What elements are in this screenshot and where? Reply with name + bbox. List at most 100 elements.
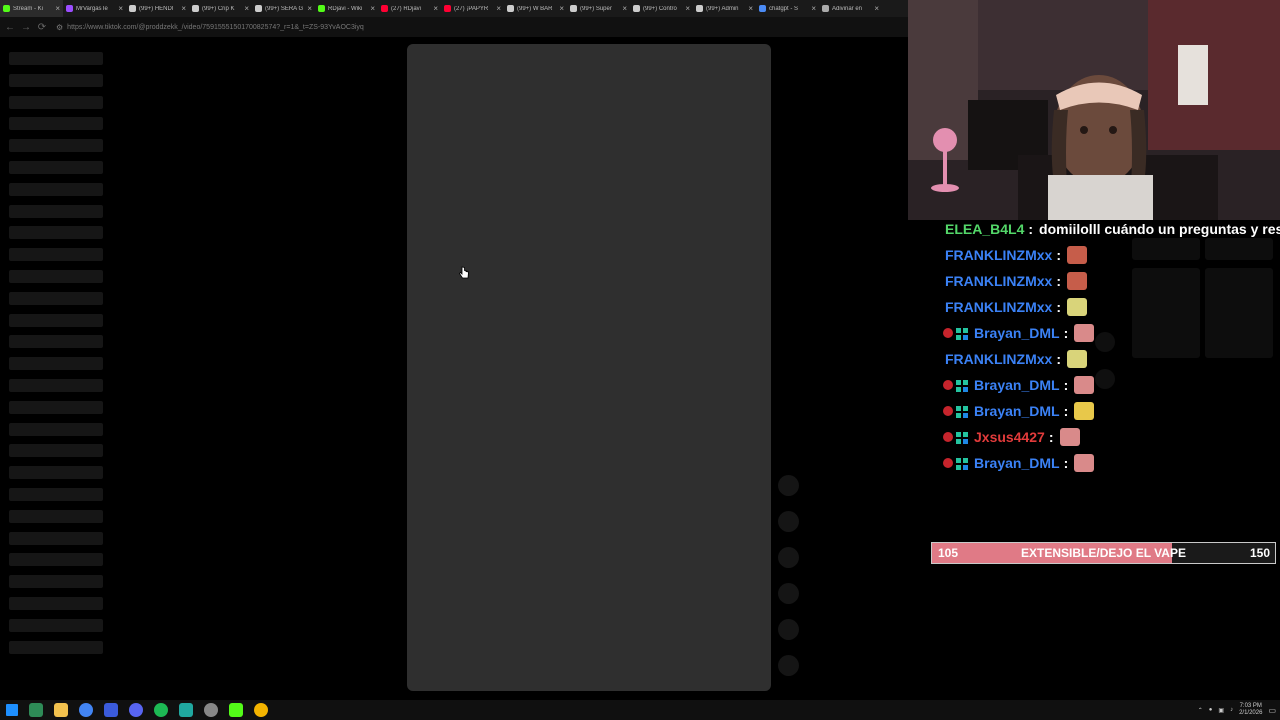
- chat-separator: :: [1048, 429, 1054, 445]
- skeleton-bar: [9, 204, 103, 218]
- tab-close-icon[interactable]: ×: [622, 4, 627, 13]
- skeleton-bar: [9, 95, 103, 109]
- tab-close-icon[interactable]: ×: [685, 4, 690, 13]
- tab-close-icon[interactable]: ×: [370, 4, 375, 13]
- browser-tab[interactable]: (99+) Crip K ×: [189, 0, 252, 17]
- site-info-icon[interactable]: ⚙: [56, 23, 63, 32]
- kick-icon[interactable]: [229, 703, 243, 717]
- chat-username[interactable]: Jxsus4427: [974, 429, 1045, 445]
- volume-icon[interactable]: ♪: [1230, 707, 1233, 713]
- spotify-icon[interactable]: [154, 703, 168, 717]
- chat-separator: :: [1028, 221, 1034, 237]
- network-icon[interactable]: ▣: [1218, 707, 1224, 714]
- browser-tab[interactable]: (27) RDjavi ×: [378, 0, 441, 17]
- chat-message: Jxsus4427:: [943, 424, 1280, 450]
- chrome-canary-icon[interactable]: [254, 703, 268, 717]
- tab-close-icon[interactable]: ×: [181, 4, 186, 13]
- clock[interactable]: 7:03 PM 2/1/2026: [1239, 703, 1262, 717]
- browser-tab[interactable]: (99+) HENDI ×: [126, 0, 189, 17]
- chat-username[interactable]: FRANKLINZMxx: [945, 351, 1052, 367]
- microphone-icon[interactable]: ●: [1209, 707, 1213, 713]
- skeleton-bar: [9, 139, 103, 153]
- discord-icon[interactable]: [129, 703, 143, 717]
- skeleton-bar: [9, 400, 103, 414]
- tab-close-icon[interactable]: ×: [748, 4, 753, 13]
- skeleton-bar: [9, 488, 103, 501]
- chat-emote-icon: [1074, 376, 1095, 394]
- file-explorer-icon[interactable]: [54, 703, 68, 717]
- action-button-skeleton: [778, 547, 799, 568]
- windows-start-icon[interactable]: [6, 704, 18, 716]
- tab-favicon-icon: [255, 5, 262, 12]
- back-icon[interactable]: ←: [4, 22, 16, 33]
- tab-label: Stream - Ki: [13, 5, 44, 12]
- app-icon[interactable]: [104, 703, 118, 717]
- chevron-up-icon[interactable]: ⌃: [1198, 707, 1203, 714]
- webcam-feed-image: [908, 0, 1280, 220]
- browser-tab[interactable]: (99+) Super ×: [567, 0, 630, 17]
- skeleton-bar: [9, 597, 103, 610]
- skeleton-bar: [9, 73, 103, 87]
- video-placeholder[interactable]: [407, 44, 771, 691]
- hand-cursor-icon: [458, 266, 469, 279]
- browser-tab[interactable]: Stream - Ki ×: [0, 0, 63, 17]
- tab-favicon-icon: [444, 5, 451, 12]
- tab-close-icon[interactable]: ×: [118, 4, 123, 13]
- tab-close-icon[interactable]: ×: [811, 4, 816, 13]
- tab-favicon-icon: [633, 5, 640, 12]
- chat-username[interactable]: FRANKLINZMxx: [945, 299, 1052, 315]
- browser-tab[interactable]: RDjavi - Wiki ×: [315, 0, 378, 17]
- browser-tab[interactable]: chatgpt - S ×: [756, 0, 819, 17]
- tab-close-icon[interactable]: ×: [496, 4, 501, 13]
- tab-label: chatgpt - S: [769, 5, 799, 12]
- url-field[interactable]: https://www.tiktok.com/@proddzekk_/video…: [67, 24, 364, 31]
- browser-tab[interactable]: (99+) SERA G ×: [252, 0, 315, 17]
- browser-tab[interactable]: MrVargasTe ×: [63, 0, 126, 17]
- tab-close-icon[interactable]: ×: [874, 4, 879, 13]
- browser-tab[interactable]: (99+) W BAR ×: [504, 0, 567, 17]
- tab-close-icon[interactable]: ×: [559, 4, 564, 13]
- browser-tab[interactable]: (27) ¡PAPYR ×: [441, 0, 504, 17]
- chat-username[interactable]: FRANKLINZMxx: [945, 273, 1052, 289]
- reload-icon[interactable]: ⟳: [36, 22, 48, 33]
- action-button-skeleton: [778, 619, 799, 640]
- chat-username[interactable]: FRANKLINZMxx: [945, 247, 1052, 263]
- webcam-overlay: [908, 0, 1280, 220]
- notifications-icon[interactable]: ▭: [1268, 706, 1276, 715]
- tab-label: (99+) W BAR: [517, 5, 553, 12]
- chat-username[interactable]: Brayan_DML: [974, 325, 1060, 341]
- chat-username[interactable]: ELEA_B4L4: [945, 221, 1024, 237]
- tab-label: (99+) Crip K: [202, 5, 235, 12]
- address-bar: ← → ⟳ ⚙ https://www.tiktok.com/@proddzek…: [0, 17, 908, 37]
- chat-emote-icon: [1074, 402, 1095, 420]
- chat-username[interactable]: Brayan_DML: [974, 455, 1060, 471]
- tab-label: (99+) SERA G: [265, 5, 304, 12]
- overlay-tile: [1205, 238, 1273, 260]
- skeleton-bar: [9, 422, 103, 436]
- chat-separator: :: [1056, 351, 1062, 367]
- taskbar-icons: [0, 703, 268, 717]
- browser-tab[interactable]: Adivinar en ×: [819, 0, 882, 17]
- tab-close-icon[interactable]: ×: [433, 4, 438, 13]
- chat-separator: :: [1063, 403, 1069, 419]
- forward-icon[interactable]: →: [20, 22, 32, 33]
- chat-username[interactable]: Brayan_DML: [974, 403, 1060, 419]
- chat-username[interactable]: Brayan_DML: [974, 377, 1060, 393]
- obs-icon[interactable]: [204, 703, 218, 717]
- chat-emote-icon: [1067, 272, 1088, 290]
- app-icon-2[interactable]: [179, 703, 193, 717]
- tab-close-icon[interactable]: ×: [55, 4, 60, 13]
- tab-close-icon[interactable]: ×: [307, 4, 312, 13]
- skeleton-bar: [9, 640, 103, 654]
- chat-emote-icon: [1067, 350, 1088, 368]
- subscriber-badge-icon: [956, 327, 968, 340]
- browser-tab[interactable]: (99+) Contro ×: [630, 0, 693, 17]
- overlay-dot: [1095, 332, 1115, 352]
- moderator-badge-icon: [943, 406, 953, 416]
- tab-favicon-icon: [822, 5, 829, 12]
- tab-close-icon[interactable]: ×: [244, 4, 249, 13]
- chat-message: Brayan_DML:: [943, 398, 1280, 424]
- chrome-icon[interactable]: [79, 703, 93, 717]
- browser-tab[interactable]: (99+) Admin ×: [693, 0, 756, 17]
- terminal-icon[interactable]: [29, 703, 43, 717]
